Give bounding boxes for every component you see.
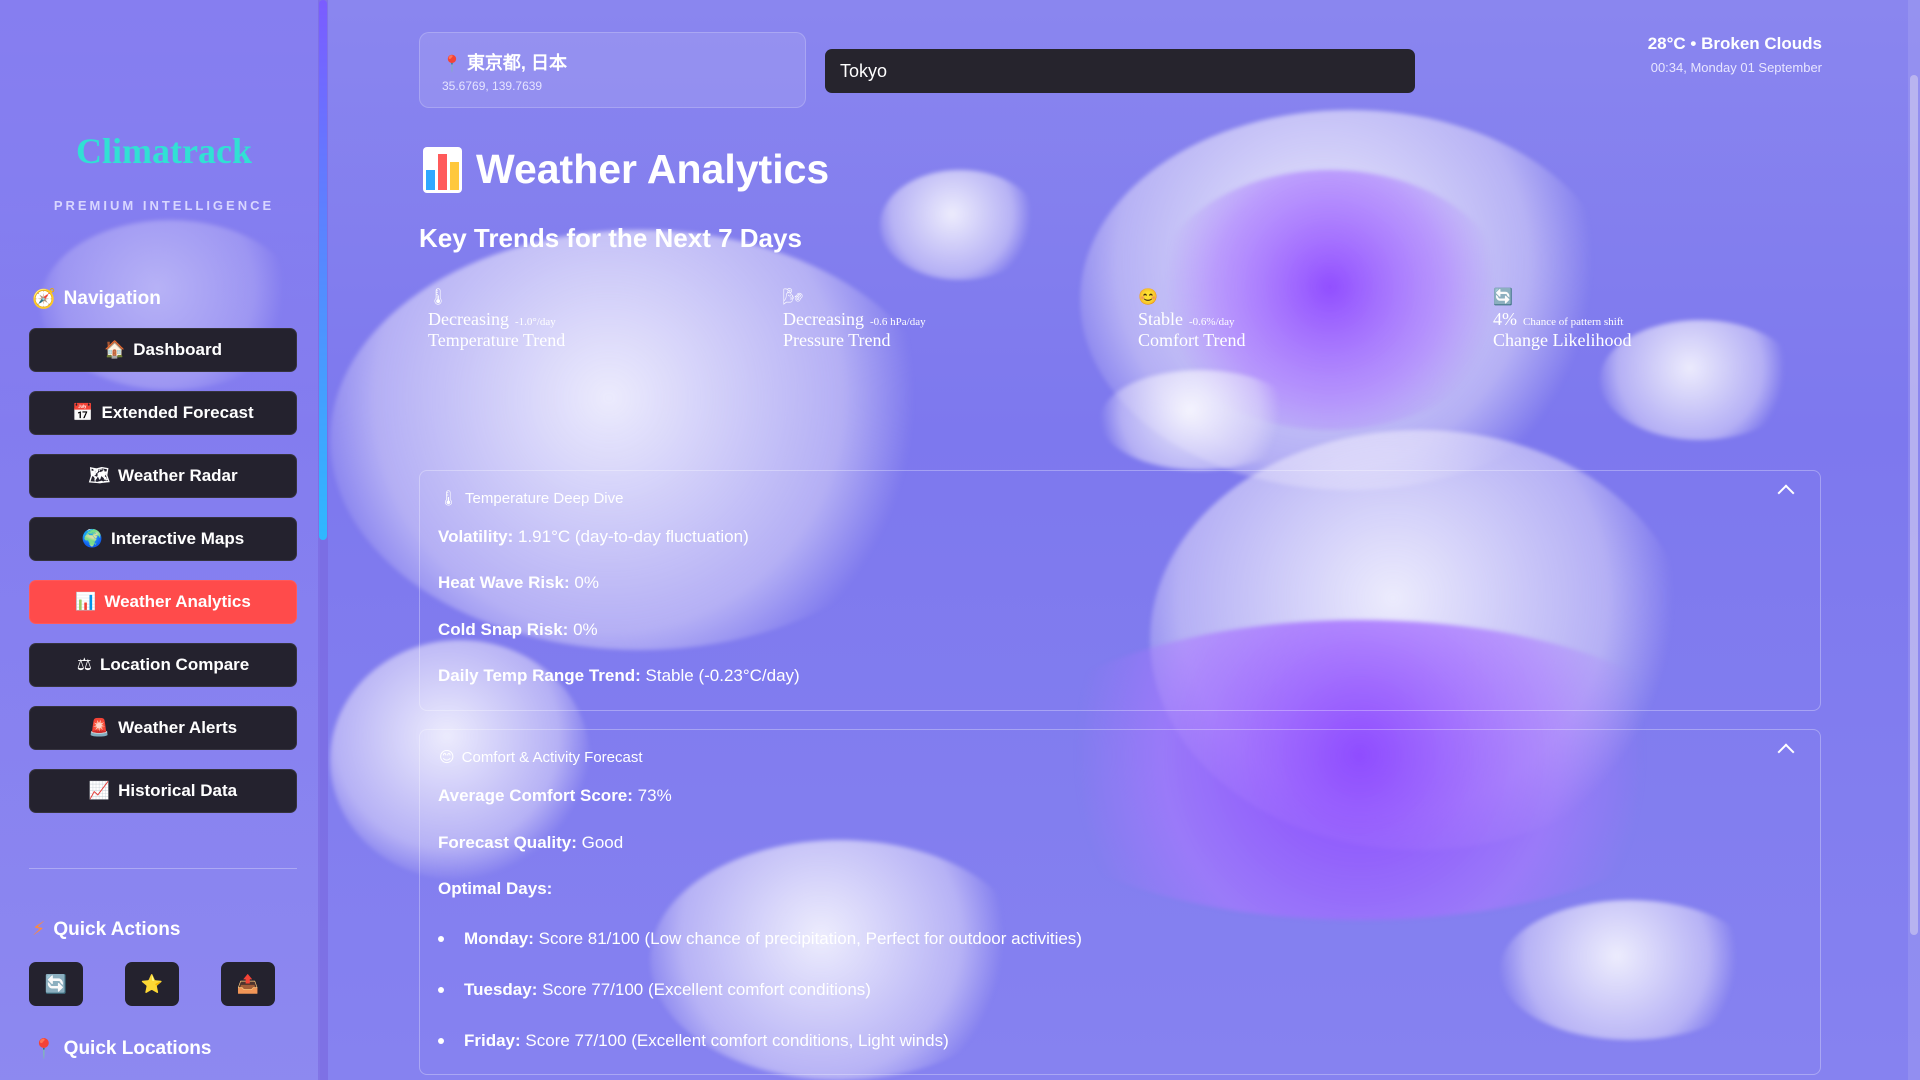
- quick-actions-title: Quick Actions: [53, 918, 181, 940]
- nav-label: Extended Forecast: [101, 403, 254, 422]
- current-weather: 28°C • Broken Clouds 00:34, Monday 01 Se…: [1648, 34, 1822, 75]
- current-weather-summary: 28°C • Broken Clouds: [1647, 34, 1822, 53]
- nav-label: Weather Alerts: [118, 718, 238, 737]
- location-name: 📍 東京都, 日本: [442, 49, 567, 75]
- trend-value: 4% Chance of pattern shift: [1493, 309, 1624, 329]
- refresh-button[interactable]: 🔄: [29, 962, 83, 1006]
- trend-change: 🔄 4% Chance of pattern shift Change Likel…: [1493, 287, 1631, 351]
- panel-title: Temperature Deep Dive: [465, 489, 624, 507]
- panel-header[interactable]: 😊 Comfort & Activity Forecast: [439, 748, 643, 767]
- page-title: Weather Analytics: [423, 146, 829, 193]
- trend-value: Stable -0.6%/day: [1138, 309, 1235, 329]
- thermometer-icon: 🌡: [439, 490, 459, 507]
- average-comfort-row: Average Comfort Score: 73%: [438, 786, 672, 805]
- map-icon: 🗺: [88, 466, 110, 485]
- nav-historical-data-button[interactable]: 📈 Historical Data: [29, 769, 297, 813]
- nav-weather-radar-button[interactable]: 🗺 Weather Radar: [29, 454, 297, 498]
- comfort-activity-panel: 😊 Comfort & Activity Forecast Average Co…: [419, 729, 1821, 1075]
- wind-icon: 🌬: [783, 289, 804, 306]
- current-datetime: 00:34, Monday 01 September: [1650, 60, 1822, 75]
- pin-icon: 📍: [32, 1039, 56, 1060]
- trend-value: Decreasing -0.6 hPa/day: [783, 309, 926, 329]
- lightning-icon: ⚡: [32, 919, 46, 940]
- quick-actions-heading: ⚡ Quick Actions: [32, 918, 180, 941]
- nav-label: Weather Radar: [117, 466, 238, 485]
- nav-interactive-maps-button[interactable]: 🌍 Interactive Maps: [29, 517, 297, 561]
- share-icon: 📤: [236, 973, 260, 994]
- optimal-days-row: Optimal Days:: [438, 879, 553, 898]
- trend-label: Change Likelihood: [1493, 330, 1632, 350]
- nav-label: Interactive Maps: [110, 529, 245, 548]
- smile-icon: 😊: [1138, 289, 1158, 306]
- trend-label: Pressure Trend: [783, 330, 891, 350]
- navigation-title: Navigation: [63, 288, 161, 309]
- background-cloud: [1100, 370, 1300, 470]
- star-icon: ⭐: [140, 973, 164, 994]
- nav-extended-forecast-button[interactable]: 📅 Extended Forecast: [29, 391, 297, 435]
- forecast-quality-row: Forecast Quality: Good: [438, 833, 624, 852]
- siren-icon: 🚨: [88, 718, 111, 737]
- panel-title: Comfort & Activity Forecast: [461, 748, 643, 766]
- house-icon: 🏠: [104, 340, 126, 359]
- location-card: 📍 東京都, 日本 35.6769, 139.7639: [419, 32, 806, 108]
- compass-icon: 🧭: [32, 289, 56, 310]
- heat-wave-risk-row: Heat Wave Risk: 0%: [438, 573, 599, 592]
- sidebar: Climatrack PREMIUM INTELLIGENCE 🧭 Naviga…: [0, 0, 320, 1080]
- list-item: Tuesday: Score 77/100 (Excellent comfort…: [438, 980, 871, 1000]
- nav-label: Historical Data: [118, 781, 238, 800]
- quick-locations-heading: 📍 Quick Locations: [32, 1037, 211, 1061]
- cold-snap-risk-row: Cold Snap Risk: 0%: [438, 620, 598, 639]
- temp-range-trend-row: Daily Temp Range Trend: Stable (-0.23°C/…: [438, 666, 800, 685]
- page-scrollbar[interactable]: [1908, 0, 1920, 1080]
- nav-label: Location Compare: [100, 655, 250, 674]
- trend-label: Temperature Trend: [428, 330, 566, 350]
- nav-weather-analytics-button[interactable]: 📊 Weather Analytics: [29, 580, 297, 624]
- page-title-text: Weather Analytics: [476, 146, 830, 192]
- nav-weather-alerts-button[interactable]: 🚨 Weather Alerts: [29, 706, 297, 750]
- refresh-icon: 🔄: [44, 973, 68, 994]
- temperature-deep-dive-panel: 🌡 Temperature Deep Dive Volatility: 1.91…: [419, 470, 1821, 711]
- line-chart-icon: 📈: [88, 781, 111, 800]
- chevron-up-icon[interactable]: [1777, 743, 1795, 761]
- share-button[interactable]: 📤: [221, 962, 275, 1006]
- trend-temperature: 🌡 Decreasing -1.0°/day Temperature Trend: [428, 287, 565, 351]
- smile-icon: 😊: [439, 749, 455, 766]
- list-item: Monday: Score 81/100 (Low chance of prec…: [438, 929, 1082, 949]
- quick-locations-title: Quick Locations: [63, 1038, 212, 1059]
- thermometer-icon: 🌡: [428, 289, 449, 306]
- trend-comfort: 😊 Stable -0.6%/day Comfort Trend: [1138, 287, 1246, 351]
- refresh-icon: 🔄: [1493, 289, 1513, 306]
- background-cloud: [880, 170, 1040, 280]
- brand-logo[interactable]: Climatrack: [0, 130, 328, 172]
- trend-pressure: 🌬 Decreasing -0.6 hPa/day Pressure Trend: [783, 287, 926, 351]
- location-name-text: 東京都, 日本: [466, 53, 567, 73]
- sidebar-scrollbar[interactable]: [319, 0, 327, 540]
- navigation-heading: 🧭 Navigation: [32, 287, 161, 311]
- panel-header[interactable]: 🌡 Temperature Deep Dive: [439, 489, 624, 508]
- nav-label: Weather Analytics: [104, 592, 251, 611]
- chevron-up-icon[interactable]: [1777, 484, 1795, 502]
- page-subtitle: Key Trends for the Next 7 Days: [419, 223, 802, 253]
- trend-label: Comfort Trend: [1138, 330, 1246, 350]
- pin-icon: 📍: [442, 56, 462, 73]
- list-item: Friday: Score 77/100 (Excellent comfort …: [438, 1031, 949, 1051]
- volatility-row: Volatility: 1.91°C (day-to-day fluctuati…: [438, 527, 749, 546]
- globe-icon: 🌍: [81, 529, 103, 548]
- bar-chart-icon: [423, 146, 462, 193]
- nav-dashboard-button[interactable]: 🏠 Dashboard: [29, 328, 297, 372]
- nav-label: Dashboard: [133, 340, 222, 359]
- bar-chart-icon: 📊: [75, 592, 97, 611]
- trend-value: Decreasing -1.0°/day: [428, 309, 556, 329]
- location-coords: 35.6769, 139.7639: [442, 79, 543, 93]
- location-search-input[interactable]: [825, 49, 1415, 93]
- nav-location-compare-button[interactable]: ⚖ Location Compare: [29, 643, 297, 687]
- calendar-icon: 📅: [72, 403, 94, 422]
- scales-icon: ⚖: [76, 655, 92, 674]
- sidebar-divider: [29, 868, 297, 869]
- brand-tagline: PREMIUM INTELLIGENCE: [53, 198, 275, 213]
- favorite-button[interactable]: ⭐: [125, 962, 179, 1006]
